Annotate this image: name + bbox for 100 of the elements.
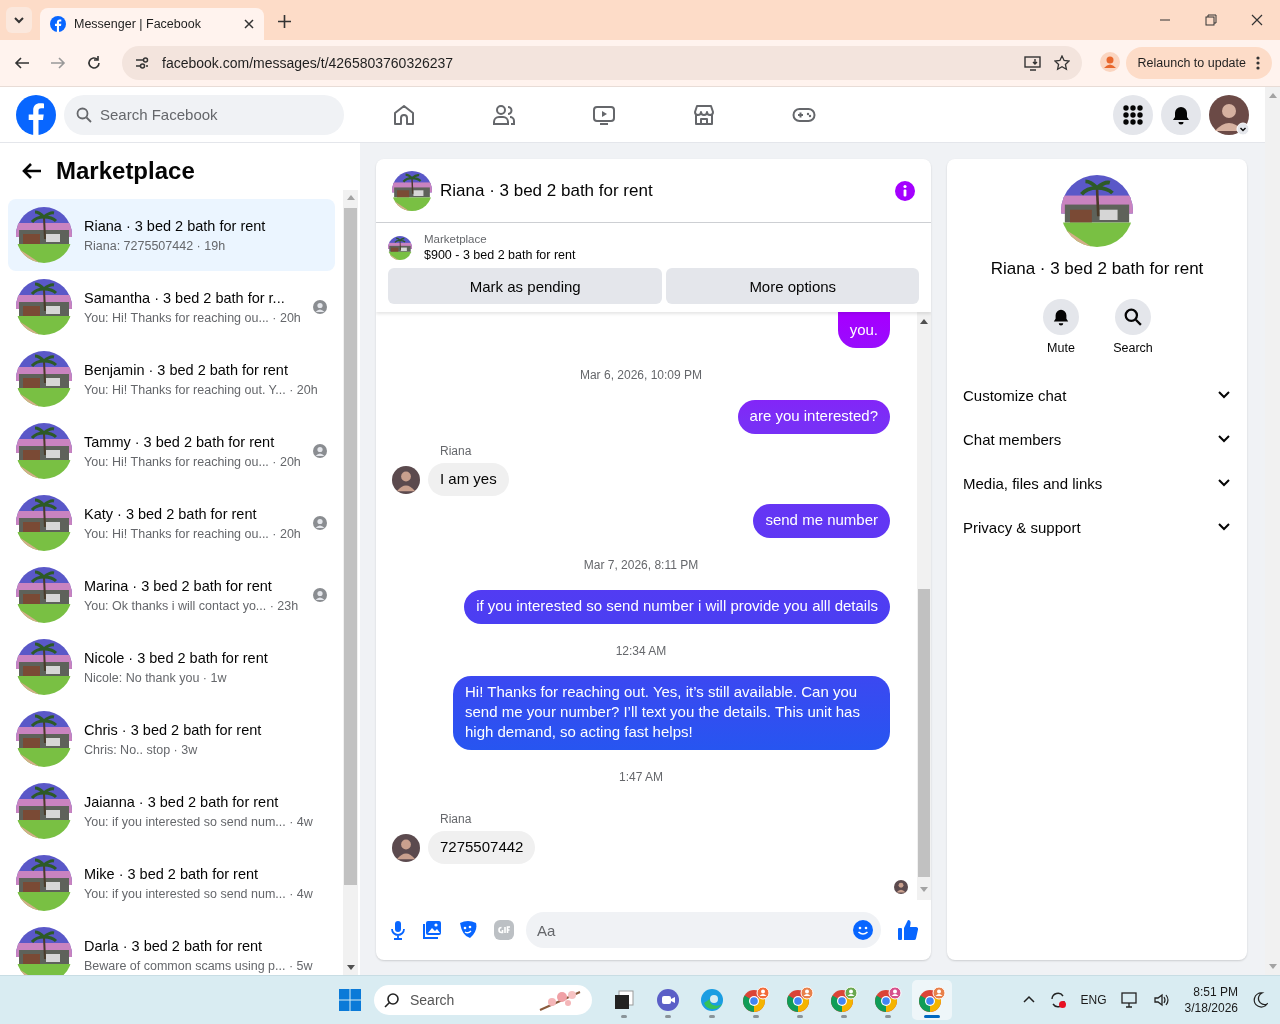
search-field[interactable]: Search Facebook	[64, 94, 344, 135]
conversation-name: Riana · 3 bed 2 bath for rent	[990, 259, 1204, 279]
message-preview: Chris: No.. stop · 3w	[84, 742, 199, 757]
chrome-icon	[786, 986, 814, 1014]
chrome-icon	[874, 986, 902, 1014]
bell-icon	[1171, 104, 1191, 125]
address-bar[interactable]: facebook.com/messages/t/4265803760326237	[122, 46, 1082, 80]
message-preview: You: Hi! Thanks for reaching out. Y... · 20h	[84, 382, 318, 397]
tab-title: Messenger | Facebook	[74, 17, 202, 31]
conversation-item[interactable]: Nicole · 3 bed 2 bath for rent Nicole: No thank you · 1w	[8, 631, 335, 703]
language-indicator[interactable]: ENG	[1080, 993, 1107, 1007]
profile-avatar[interactable]	[1209, 94, 1249, 135]
conversation-item[interactable]: Riana · 3 bed 2 bath for rent Riana: 7275507442 · 19h	[8, 199, 335, 271]
sent-message: Hi! Thanks for reaching out. Yes, it’s still available. Can you send me your number? I’ll text you the details. This unit has high demand, so acting fast helps!	[453, 676, 890, 750]
conversation-title: Chris · 3 bed 2 bath for rent	[84, 721, 262, 738]
section-header[interactable]: Media, files and links	[955, 461, 1239, 505]
star-icon[interactable]	[1054, 55, 1070, 71]
scrollbar[interactable]	[917, 312, 931, 900]
facebook-logo-icon[interactable]	[16, 94, 56, 135]
notifications-button[interactable]	[1161, 94, 1201, 135]
timestamp: Mar 6, 2026, 10:09 PM	[579, 368, 703, 382]
conversation-item[interactable]: Mike · 3 bed 2 bath for rent You: if you interested so send num... · 4w	[8, 847, 335, 919]
store-icon[interactable]	[692, 102, 716, 127]
listing-action-button[interactable]: Mark as pending	[388, 268, 663, 304]
received-message: 7275507442	[428, 831, 536, 864]
search-field[interactable]: Search	[374, 985, 592, 1015]
input-placeholder: Aa	[537, 921, 557, 939]
mute-button[interactable]: Mute	[1037, 299, 1085, 355]
search-button[interactable]: Search	[1109, 299, 1157, 355]
grid-icon	[1123, 104, 1143, 125]
conversation-item[interactable]: Samantha · 3 bed 2 bath for r... You: Hi! Thanks for reaching ou... · 20h	[8, 271, 335, 343]
forward-icon[interactable]	[50, 55, 66, 71]
section-header[interactable]: Customize chat	[955, 373, 1239, 417]
facebook-icon	[50, 16, 66, 32]
seen-avatar	[894, 880, 908, 894]
conversation-item[interactable]: Jaianna · 3 bed 2 bath for rent You: if you interested so send num... · 4w	[8, 775, 335, 847]
message-preview: You: Hi! Thanks for reaching ou... · 20h	[84, 310, 301, 325]
conversation-item[interactable]: Chris · 3 bed 2 bath for rent Chris: No.. stop · 3w	[8, 703, 335, 775]
close-icon[interactable]	[244, 19, 254, 29]
message-input[interactable]: Aa	[526, 912, 881, 948]
search-icon	[1124, 308, 1142, 326]
conversation-title: Benjamin · 3 bed 2 bath for rent	[84, 361, 289, 378]
back-icon[interactable]	[14, 55, 30, 71]
site-settings-icon[interactable]	[134, 55, 150, 71]
conversation-title: Riana · 3 bed 2 bath for rent	[84, 217, 266, 234]
profile-icon[interactable]	[1100, 51, 1120, 72]
tab-search-button[interactable]	[6, 7, 32, 33]
reload-icon[interactable]	[86, 55, 102, 71]
sent-message: are you interested?	[737, 400, 890, 434]
timestamp: 1:47 AM	[619, 770, 663, 784]
date-text: 3/18/2026	[1184, 1001, 1238, 1015]
timestamp: 12:34 AM	[615, 644, 667, 658]
conversation-item[interactable]: Marina · 3 bed 2 bath for rent You: Ok thanks i will contact yo... · 23h	[8, 559, 335, 631]
section-header[interactable]: Privacy & support	[955, 505, 1239, 549]
network-icon[interactable]	[1120, 991, 1139, 1009]
listing-action-button[interactable]: More options	[666, 268, 919, 304]
avatar	[392, 833, 420, 862]
sync-icon[interactable]	[1048, 991, 1067, 1009]
browser-tab[interactable]: Messenger | Facebook	[40, 8, 264, 40]
microphone-icon[interactable]	[390, 920, 406, 940]
more-icon	[1256, 56, 1260, 70]
conversation-title: Darla · 3 bed 2 bath for rent	[84, 937, 264, 954]
relaunch-button[interactable]: Relaunch to update	[1125, 47, 1272, 79]
search-placeholder: Search	[410, 992, 456, 1008]
message-preview: Beware of common scams using p... · 5w	[84, 958, 313, 973]
chat-title: Riana · 3 bed 2 bath for rent	[440, 180, 654, 201]
menu-button[interactable]	[1113, 94, 1153, 135]
conversation-item[interactable]: Benjamin · 3 bed 2 bath for rent You: Hi! Thanks for reaching out. Y... · 20h	[8, 343, 335, 415]
emoji-icon[interactable]	[853, 920, 873, 940]
friends-icon[interactable]	[492, 102, 516, 127]
listing-title[interactable]: $900 - 3 bed 2 bath for rent	[424, 248, 576, 262]
install-app-icon[interactable]	[1024, 55, 1042, 71]
timestamp: Mar 7, 2026, 8:11 PM	[583, 558, 699, 572]
info-icon[interactable]	[895, 180, 915, 201]
message-preview: Riana: 7275507442 · 19h	[84, 238, 227, 253]
back-arrow-icon[interactable]	[22, 162, 42, 180]
thumbs-up-icon[interactable]	[897, 919, 919, 941]
section-header[interactable]: Chat members	[955, 417, 1239, 461]
scroll-down-icon[interactable]	[346, 965, 355, 970]
message-preview: You: Hi! Thanks for reaching ou... · 20h	[84, 454, 301, 469]
clock[interactable]: 8:51 PM 3/18/2026	[1184, 985, 1238, 1015]
moon-icon[interactable]	[1252, 992, 1268, 1008]
sticker-icon[interactable]	[458, 920, 478, 940]
url-text: facebook.com/messages/t/4265803760326237	[162, 55, 455, 71]
sender-name: Riana	[440, 444, 473, 458]
message-preview: You: if you interested so send num... · 4w	[84, 814, 313, 829]
new-tab-icon[interactable]	[278, 15, 291, 28]
chrome-icon	[742, 986, 770, 1014]
home-icon[interactable]	[392, 102, 416, 127]
windows-icon[interactable]	[338, 988, 362, 1012]
scroll-up-icon[interactable]	[920, 319, 928, 324]
photo-icon[interactable]	[422, 920, 442, 940]
conversation-item[interactable]: Katy · 3 bed 2 bath for rent You: Hi! Thanks for reaching ou... · 20h	[8, 487, 335, 559]
conversation-item[interactable]: Tammy · 3 bed 2 bath for rent You: Hi! Thanks for reaching ou... · 20h	[8, 415, 335, 487]
sent-message: send me number	[753, 504, 890, 538]
volume-icon[interactable]	[1152, 991, 1171, 1009]
scrollbar[interactable]	[343, 190, 358, 975]
chrome-icon	[918, 986, 946, 1014]
conversation-title: Samantha · 3 bed 2 bath for r...	[84, 289, 286, 306]
message-preview: You: Hi! Thanks for reaching ou... · 20h	[84, 526, 301, 541]
